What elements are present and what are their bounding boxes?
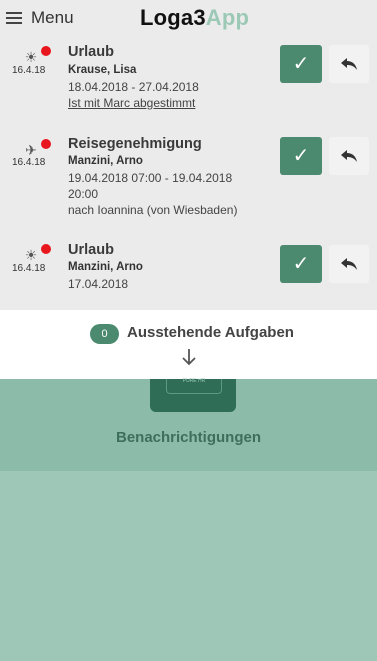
approve-button[interactable]: ✓ <box>280 245 322 283</box>
arrow-down-icon[interactable] <box>181 348 197 366</box>
status-dot <box>41 244 51 254</box>
status-dot <box>41 139 51 149</box>
task-detail: 18.04.2018 - 27.04.2018 <box>68 80 199 94</box>
reply-icon <box>341 57 357 70</box>
task-title[interactable]: Reisegenehmigung <box>68 136 202 152</box>
menu-button[interactable]: Menu <box>6 8 74 28</box>
app-logo: Loga3App <box>140 5 250 30</box>
task-detail: nach Ioannina (von Wiesbaden) <box>68 203 238 217</box>
notifications-card[interactable]: PURE HR Benachrichtigungen <box>0 378 377 471</box>
airplane-icon: ✈ <box>25 142 37 158</box>
pending-count-badge: 0 <box>90 324 119 344</box>
task-note-link[interactable]: Ist mit Marc abgestimmt <box>68 95 195 111</box>
task-person: Krause, Lisa <box>68 64 137 76</box>
pending-tasks-bar[interactable]: 0 Ausstehende Aufgaben <box>0 310 377 379</box>
device-illustration: PURE HR <box>150 378 236 412</box>
task-date: 16.4.18 <box>12 65 46 76</box>
task-title[interactable]: Urlaub <box>68 44 114 60</box>
check-icon: ✓ <box>292 145 310 167</box>
approve-button[interactable]: ✓ <box>280 45 322 83</box>
sun-icon: ☀ <box>24 247 38 263</box>
task-date: 16.4.18 <box>12 263 46 274</box>
task-detail: 17.04.2018 <box>68 277 129 291</box>
pending-tasks-label: Ausstehende Aufgaben <box>127 324 294 341</box>
menu-label: Menu <box>31 8 74 27</box>
status-dot <box>41 46 51 56</box>
app-header: Menu Loga3App <box>0 0 377 38</box>
hamburger-icon <box>6 11 22 25</box>
task-person: Manzini, Arno <box>68 155 143 167</box>
sun-icon: ☀ <box>24 49 38 65</box>
reply-button[interactable] <box>329 45 369 83</box>
reply-button[interactable] <box>329 245 369 283</box>
notifications-label: Benachrichtigungen <box>115 429 261 446</box>
task-person: Manzini, Arno <box>68 261 143 273</box>
task-detail: 19.04.2018 07:00 - 19.04.2018 <box>68 171 233 185</box>
check-icon: ✓ <box>292 53 310 75</box>
task-detail: 20:00 <box>68 187 99 201</box>
device-label: PURE HR <box>182 378 206 384</box>
task-title[interactable]: Urlaub <box>68 242 114 258</box>
task-date: 16.4.18 <box>12 157 46 168</box>
task-list: ☀ 16.4.18 Urlaub Krause, Lisa 18.04.2018… <box>0 38 377 310</box>
reply-icon <box>341 257 357 270</box>
reply-button[interactable] <box>329 137 369 175</box>
reply-icon <box>341 149 357 162</box>
approve-button[interactable]: ✓ <box>280 137 322 175</box>
check-icon: ✓ <box>292 253 310 275</box>
